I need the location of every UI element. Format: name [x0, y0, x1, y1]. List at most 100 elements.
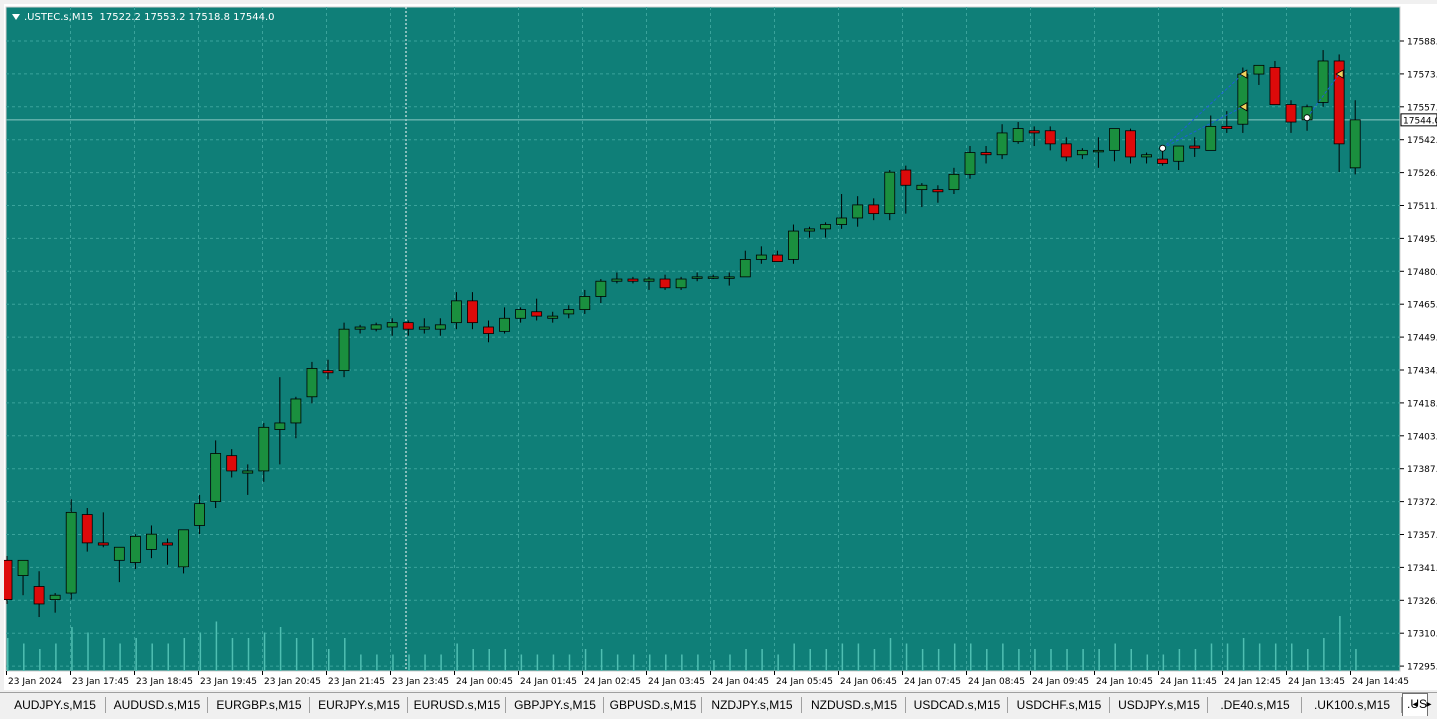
candle-body[interactable] [852, 204, 864, 219]
candle-body[interactable] [531, 311, 543, 317]
candle-body[interactable] [130, 535, 141, 563]
candle-body[interactable] [980, 152, 992, 156]
candle-body[interactable] [515, 309, 527, 319]
trade-entry-icon[interactable] [1303, 114, 1311, 122]
candle-body[interactable] [884, 171, 896, 215]
candle-body[interactable] [755, 254, 767, 260]
candle-body[interactable] [402, 322, 414, 330]
candle-body[interactable] [579, 296, 591, 310]
candle-body[interactable] [178, 529, 189, 568]
tab-eurjpy-s-m15[interactable]: EURJPY.s,M15 [310, 695, 408, 715]
tab-uk100-s-m15[interactable]: .UK100.s,M15 [1302, 695, 1402, 715]
candle-body[interactable] [338, 328, 350, 372]
chart-menu-triangle-icon[interactable] [12, 14, 20, 20]
candle-body[interactable] [4, 559, 13, 600]
candle-body[interactable] [146, 533, 157, 550]
tab-nzdjpy-s-m15[interactable]: NZDJPY.s,M15 [702, 695, 802, 715]
tab-audjpy-s-m15[interactable]: AUDJPY.s,M15 [4, 695, 106, 715]
candle-body[interactable] [916, 184, 928, 191]
candle-body[interactable] [499, 317, 510, 332]
candle-body[interactable] [450, 300, 462, 324]
candle-body[interactable] [194, 503, 206, 526]
candle-body[interactable] [65, 511, 77, 594]
trade-entry-icon[interactable] [1159, 144, 1166, 152]
candle-body[interactable] [1173, 145, 1185, 162]
candle-body[interactable] [1093, 149, 1104, 153]
candle-body[interactable] [226, 455, 238, 472]
candle-body[interactable] [17, 559, 29, 576]
tab-usdjpy-s-m15[interactable]: USDJPY.s,M15 [1110, 695, 1208, 715]
candle-body[interactable] [723, 276, 735, 279]
candle-body[interactable] [113, 546, 125, 561]
candle-body[interactable] [1109, 128, 1120, 151]
candle-body[interactable] [611, 278, 623, 282]
candle-body[interactable] [996, 132, 1008, 156]
candle-body[interactable] [868, 204, 880, 215]
candle-body[interactable] [1028, 130, 1040, 134]
candle-body[interactable] [563, 309, 575, 315]
candle-body[interactable] [33, 586, 45, 605]
candle-body[interactable] [354, 326, 366, 330]
candle-body[interactable] [627, 278, 639, 282]
candle-body[interactable] [948, 173, 960, 191]
candle-body[interactable] [1253, 64, 1265, 75]
chart-title[interactable]: .USTEC.s,M15 17522.2 17553.2 17518.8 175… [12, 12, 275, 24]
candle-body[interactable] [290, 398, 302, 424]
tab-eurusd-s-m15[interactable]: EURUSD.s,M15 [408, 695, 506, 715]
candle-body[interactable] [49, 594, 61, 600]
candle-body[interactable] [386, 322, 398, 328]
candle-body[interactable] [788, 230, 799, 260]
candle-body[interactable] [1269, 67, 1281, 105]
candle-body[interactable] [258, 426, 270, 472]
candle-body[interactable] [467, 300, 478, 324]
candle-body[interactable] [820, 224, 831, 230]
candle-body[interactable] [1189, 145, 1201, 149]
candle-body[interactable] [932, 189, 944, 193]
candle-body[interactable] [691, 276, 703, 279]
candle-body[interactable] [804, 228, 815, 232]
candle-body[interactable] [81, 514, 93, 544]
tab-gbpjpy-s-m15[interactable]: GBPJPY.s,M15 [506, 695, 604, 715]
candle-body[interactable] [964, 152, 976, 175]
candle-body[interactable] [242, 470, 254, 474]
candle-body[interactable] [1012, 128, 1024, 143]
chart-window[interactable]: 17588.5 17573.0 17557.5 17542.0 17526.5 17511… [4, 4, 1437, 690]
candle-body[interactable] [836, 217, 847, 225]
candle-body[interactable] [1044, 130, 1056, 145]
candle-body[interactable] [274, 422, 286, 430]
candle-body[interactable] [370, 324, 382, 330]
candle-body[interactable] [1205, 125, 1217, 151]
candle-body[interactable] [659, 278, 671, 289]
tab-eurgbp-s-m15[interactable]: EURGBP.s,M15 [208, 695, 310, 715]
candle-body[interactable] [675, 278, 687, 289]
tabs-scroll-left-icon[interactable]: ◂ [1408, 697, 1422, 713]
tab-nzdusd-s-m15[interactable]: NZDUSD.s,M15 [802, 695, 906, 715]
candle-body[interactable] [1349, 119, 1361, 169]
candle-body[interactable] [1076, 149, 1088, 156]
tab-de40-s-m15[interactable]: .DE40.s,M15 [1208, 695, 1302, 715]
candle-body[interactable] [1141, 154, 1152, 158]
candle-body[interactable] [707, 276, 719, 279]
tab-audusd-s-m15[interactable]: AUDUSD.s,M15 [106, 695, 208, 715]
tabs-scroll-right-icon[interactable]: ▸ [1422, 697, 1436, 713]
candle-body[interactable] [643, 278, 655, 282]
tab-usdchf-s-m15[interactable]: USDCHF.s,M15 [1008, 695, 1110, 715]
candle-body[interactable] [306, 368, 318, 398]
candle-body[interactable] [1221, 125, 1233, 129]
candle-body[interactable] [418, 326, 430, 330]
candle-body[interactable] [900, 169, 912, 186]
candle-body[interactable] [1285, 104, 1297, 123]
candle-body[interactable] [1060, 143, 1072, 158]
candle-body[interactable] [97, 542, 109, 546]
tab-usdcad-s-m15[interactable]: USDCAD.s,M15 [906, 695, 1008, 715]
candle-body[interactable] [1157, 158, 1168, 164]
candle-body[interactable] [434, 324, 446, 330]
candle-body[interactable] [1237, 73, 1249, 125]
tab-gbpusd-s-m15[interactable]: GBPUSD.s,M15 [604, 695, 702, 715]
candle-body[interactable] [1125, 130, 1136, 158]
candle-body[interactable] [595, 280, 607, 297]
candle-body[interactable] [772, 254, 783, 262]
candle-body[interactable] [162, 542, 173, 546]
candle-body[interactable] [739, 259, 751, 278]
candle-body[interactable] [483, 326, 494, 334]
